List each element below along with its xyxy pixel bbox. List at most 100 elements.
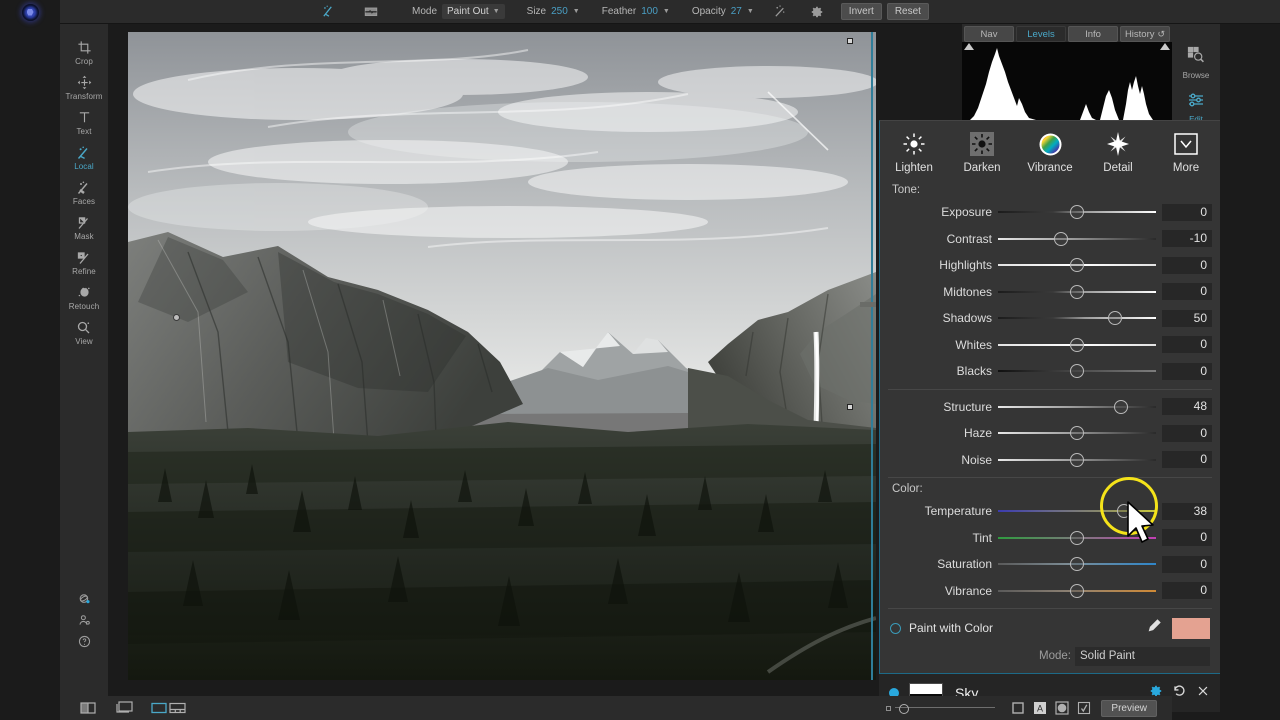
person-icon[interactable]: [60, 610, 108, 631]
sidebar-item-mask[interactable]: Mask: [60, 209, 108, 244]
slider-row-saturation[interactable]: Saturation 0: [880, 551, 1220, 578]
slider-track[interactable]: [998, 335, 1156, 355]
feather-stepper[interactable]: 100 ▼: [641, 6, 670, 17]
gear-icon[interactable]: [804, 0, 830, 24]
histogram-right-marker[interactable]: [1160, 43, 1170, 50]
eyedropper-icon[interactable]: [1146, 618, 1162, 639]
slider-value[interactable]: 0: [1162, 582, 1212, 600]
control-point[interactable]: [173, 314, 180, 321]
sidebar-item-text[interactable]: Text: [60, 104, 108, 139]
slider-track[interactable]: [998, 397, 1156, 417]
crop-handle[interactable]: [847, 38, 853, 44]
slider-row-exposure[interactable]: Exposure 0: [880, 199, 1220, 226]
sidebar-item-local[interactable]: Local: [60, 139, 108, 174]
sidebar-item-retouch[interactable]: Retouch: [60, 279, 108, 314]
square-mask-icon[interactable]: [1011, 701, 1025, 715]
slider-track[interactable]: [998, 282, 1156, 302]
zoom-track[interactable]: [895, 701, 996, 715]
crop-handle[interactable]: [847, 404, 853, 410]
gradient-mask-icon[interactable]: [358, 0, 384, 24]
slider-value[interactable]: 0: [1162, 555, 1212, 573]
check-mask-icon[interactable]: [1077, 701, 1091, 715]
slider-row-structure[interactable]: Structure 48: [880, 394, 1220, 421]
slider-track[interactable]: [998, 202, 1156, 222]
orbit-3d-icon[interactable]: [60, 589, 108, 610]
close-icon[interactable]: [1196, 684, 1210, 703]
magic-wand-icon[interactable]: [768, 0, 794, 24]
paint-with-color-radio[interactable]: [890, 622, 901, 634]
sidebar-item-faces[interactable]: Faces: [60, 174, 108, 209]
slider-row-contrast[interactable]: Contrast -10: [880, 226, 1220, 253]
histogram-left-marker[interactable]: [964, 43, 974, 50]
app-logo-icon[interactable]: [21, 3, 39, 21]
opacity-stepper[interactable]: 27 ▼: [731, 6, 754, 17]
slider-knob[interactable]: [1114, 399, 1129, 414]
slider-row-noise[interactable]: Noise 0: [880, 447, 1220, 474]
slider-row-midtones[interactable]: Midtones 0: [880, 279, 1220, 306]
slider-value[interactable]: 50: [1162, 309, 1212, 327]
filmstrip-view-icon[interactable]: [151, 701, 167, 715]
slider-knob[interactable]: [1070, 337, 1084, 352]
circle-mask-icon[interactable]: [1055, 701, 1070, 715]
slider-track[interactable]: [998, 554, 1156, 574]
rail-item-browse[interactable]: Browse: [1172, 38, 1220, 84]
sidebar-item-view[interactable]: View: [60, 314, 108, 349]
help-icon[interactable]: [60, 631, 108, 652]
slider-value[interactable]: 38: [1162, 502, 1212, 520]
color-swatch[interactable]: [1172, 617, 1210, 639]
invert-button[interactable]: Invert: [840, 3, 882, 20]
slider-track[interactable]: [998, 255, 1156, 275]
zoom-knob[interactable]: [899, 704, 910, 714]
slider-knob[interactable]: [1070, 205, 1084, 220]
preview-button[interactable]: Preview: [1101, 699, 1157, 717]
sidebar-item-transform[interactable]: Transform: [60, 69, 108, 104]
slider-value[interactable]: 0: [1162, 203, 1212, 221]
preset-detail[interactable]: Detail: [1086, 129, 1150, 183]
slider-track[interactable]: [998, 308, 1156, 328]
slider-track[interactable]: [998, 423, 1156, 443]
local-adjust-brush-icon[interactable]: [315, 0, 341, 24]
histogram[interactable]: [962, 42, 1172, 120]
slider-row-whites[interactable]: Whites 0: [880, 332, 1220, 359]
sidebar-item-crop[interactable]: Crop: [60, 34, 108, 69]
undo-icon[interactable]: [1172, 683, 1187, 703]
sidebar-item-refine[interactable]: Refine: [60, 244, 108, 279]
slider-value[interactable]: 0: [1162, 256, 1212, 274]
slider-value[interactable]: 0: [1162, 336, 1212, 354]
tab-info[interactable]: Info: [1068, 26, 1118, 42]
slider-value[interactable]: 0: [1162, 283, 1212, 301]
slider-knob[interactable]: [1070, 364, 1084, 379]
slider-track[interactable]: [998, 229, 1156, 249]
slider-row-haze[interactable]: Haze 0: [880, 420, 1220, 447]
slider-row-tint[interactable]: Tint 0: [880, 525, 1220, 552]
slider-row-temperature[interactable]: Temperature 38: [880, 498, 1220, 525]
size-stepper[interactable]: 250 ▼: [551, 6, 580, 17]
slider-knob[interactable]: [1070, 284, 1084, 299]
slider-knob[interactable]: [1070, 583, 1084, 598]
letter-a-icon[interactable]: A: [1033, 701, 1047, 715]
preset-darken[interactable]: Darken: [950, 129, 1014, 183]
tab-levels[interactable]: Levels: [1016, 26, 1066, 42]
slider-value[interactable]: -10: [1162, 230, 1212, 248]
slider-knob[interactable]: [1070, 557, 1084, 572]
preset-lighten[interactable]: Lighten: [882, 129, 946, 183]
split-view-icon[interactable]: [80, 701, 96, 715]
slider-track[interactable]: [998, 581, 1156, 601]
tab-history[interactable]: History ↺: [1120, 26, 1170, 42]
grid-view-icon[interactable]: [169, 701, 186, 715]
preset-vibrance[interactable]: Vibrance: [1018, 129, 1082, 183]
tab-nav[interactable]: Nav: [964, 26, 1014, 42]
preset-more[interactable]: More: [1154, 129, 1218, 183]
slider-track[interactable]: [998, 450, 1156, 470]
slider-value[interactable]: 0: [1162, 451, 1212, 469]
slider-value[interactable]: 0: [1162, 529, 1212, 547]
single-view-icon[interactable]: [116, 701, 133, 715]
paint-mode-field[interactable]: Solid Paint: [1075, 646, 1210, 666]
zoom-slider[interactable]: [886, 701, 996, 715]
paint-with-color-row[interactable]: Paint with Color: [880, 613, 1220, 643]
slider-row-highlights[interactable]: Highlights 0: [880, 252, 1220, 279]
slider-value[interactable]: 48: [1162, 398, 1212, 416]
slider-value[interactable]: 0: [1162, 362, 1212, 380]
mode-select[interactable]: Paint Out ▼: [442, 4, 505, 19]
slider-knob[interactable]: [1070, 426, 1084, 441]
